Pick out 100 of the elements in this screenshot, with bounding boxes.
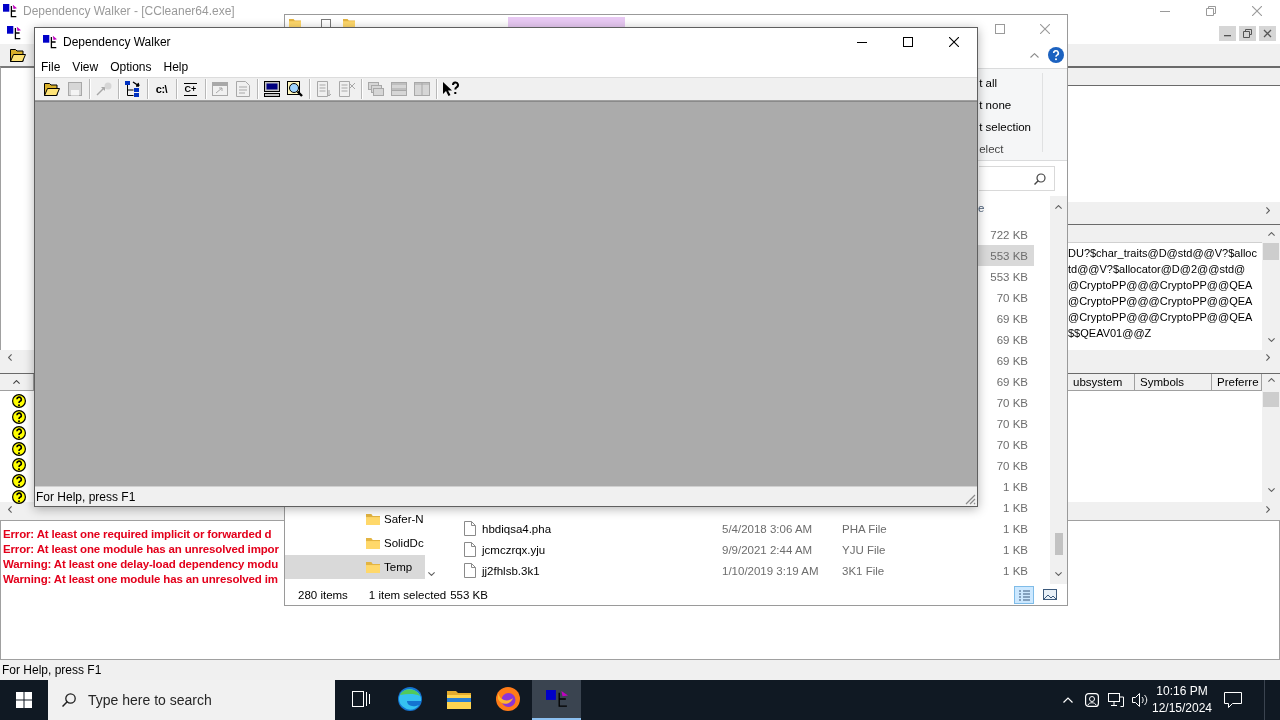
app-logo-icon — [7, 26, 21, 40]
chevron-down-icon[interactable] — [1267, 338, 1275, 342]
magnifier-icon[interactable] — [286, 81, 303, 97]
chevron-up-icon — [13, 380, 20, 384]
browser-icon — [397, 687, 422, 711]
menu-item[interactable]: File — [35, 56, 67, 77]
file-size[interactable]: 1 KB — [978, 497, 1034, 518]
ribbon-command[interactable]: t all — [979, 72, 998, 94]
ribbon-command[interactable]: t selection — [979, 116, 1031, 138]
chevron-right-icon[interactable] — [1266, 206, 1270, 214]
function-name: @CryptoPP@@@CryptoPP@@QEA — [1068, 278, 1253, 293]
search-icon — [62, 693, 76, 707]
task-view-icon — [351, 691, 370, 707]
network-icon[interactable] — [1108, 693, 1124, 707]
question-mark-icon — [12, 490, 26, 504]
search-field[interactable] — [979, 166, 1055, 191]
file-size[interactable]: 69 KB — [978, 350, 1034, 371]
file-size[interactable]: 70 KB — [978, 287, 1034, 308]
file-date: 1/10/2019 3:19 AM — [722, 564, 819, 577]
log-message: Warning: At least one module has an unresolved im — [3, 572, 278, 587]
file-size[interactable]: 70 KB — [978, 392, 1034, 413]
question-mark-icon — [12, 426, 26, 440]
details-view-icon[interactable] — [1014, 585, 1034, 604]
file-size[interactable]: 1 KB — [978, 476, 1034, 497]
chevron-right-icon[interactable] — [1266, 506, 1270, 513]
resize-grip-icon — [965, 494, 976, 505]
document-icon — [321, 19, 331, 27]
close-icon[interactable] — [949, 37, 959, 47]
close-icon[interactable] — [1259, 25, 1276, 41]
file-size[interactable]: 69 KB — [978, 308, 1034, 329]
folder-icon — [446, 689, 471, 709]
ribbon-command[interactable]: t none — [979, 94, 1012, 116]
chevron-left-icon[interactable] — [8, 354, 12, 361]
chevron-left-icon[interactable] — [8, 506, 12, 513]
nav-item[interactable]: Temp — [285, 555, 425, 579]
help-icon[interactable] — [1048, 47, 1064, 63]
app-logo-icon — [3, 4, 17, 18]
column-header[interactable]: Symbols — [1135, 374, 1212, 391]
chevron-down-icon[interactable] — [1267, 488, 1275, 492]
file-icon — [464, 563, 476, 578]
toolbar-button[interactable]: c:\ — [150, 78, 173, 100]
camera-icon[interactable] — [1085, 693, 1099, 707]
file-size[interactable]: 69 KB — [978, 329, 1034, 350]
open-folder-icon[interactable] — [43, 82, 60, 96]
item-count: 280 items — [298, 588, 348, 601]
search-icon — [1034, 172, 1046, 185]
open-folder-icon[interactable] — [10, 48, 26, 62]
scrollbar-thumb[interactable] — [1263, 243, 1279, 260]
toolbar-button[interactable]: C+ — [179, 78, 202, 100]
chevron-down-icon[interactable] — [1055, 572, 1062, 576]
start-icon[interactable] — [16, 692, 32, 708]
taskbar-button[interactable] — [532, 680, 581, 720]
file-icon — [464, 542, 476, 557]
notification-icon[interactable] — [1224, 692, 1242, 708]
restore-icon[interactable] — [1239, 25, 1256, 41]
menu-item[interactable]: Help — [157, 56, 195, 77]
clock-time[interactable]: 10:16 PM — [1156, 683, 1208, 700]
file-size[interactable]: 722 KB — [978, 224, 1034, 245]
chevron-right-icon[interactable] — [1266, 354, 1270, 361]
computer-icon[interactable] — [263, 81, 280, 97]
function-name: $$QEAV01@@Z — [1068, 326, 1152, 341]
column-header[interactable]: e — [978, 202, 985, 214]
scrollbar-thumb[interactable] — [1263, 392, 1279, 407]
file-size[interactable]: 69 KB — [978, 371, 1034, 392]
folder-icon — [366, 561, 380, 573]
question-mark-icon — [12, 442, 26, 456]
chevron-down-icon[interactable] — [428, 572, 435, 576]
menu-item[interactable]: View — [66, 56, 105, 77]
function-name: @CryptoPP@@@CryptoPP@@QEA — [1068, 310, 1253, 325]
nav-item[interactable]: Safer-N — [285, 507, 425, 531]
folder-icon — [366, 513, 380, 525]
file-size[interactable]: 1 KB — [978, 518, 1034, 539]
file-size[interactable]: 70 KB — [978, 413, 1034, 434]
file-name[interactable]: hbdiqsa4.pha — [482, 522, 552, 535]
search-field[interactable]: Type here to search — [48, 680, 335, 720]
file-size[interactable]: 1 KB — [978, 560, 1034, 581]
nav-item[interactable]: SolidDc — [285, 531, 425, 555]
folder-icon — [289, 19, 301, 27]
file-name[interactable]: jcmczrqx.yju — [482, 543, 546, 556]
file-name[interactable]: jj2fhlsb.3k1 — [482, 564, 540, 577]
menu-item[interactable]: Options — [104, 56, 158, 77]
file-type: YJU File — [842, 543, 886, 556]
hierarchy-icon[interactable] — [124, 81, 141, 97]
file-size[interactable]: 1 KB — [978, 539, 1034, 560]
file-size[interactable]: 553 KB — [978, 266, 1034, 287]
speaker-icon[interactable] — [1132, 693, 1148, 707]
function-name: @CryptoPP@@@CryptoPP@@QEA — [1068, 294, 1253, 309]
file-size[interactable]: 553 KB — [978, 245, 1034, 266]
minimize-icon[interactable] — [1219, 25, 1236, 41]
question-mark-icon — [12, 394, 26, 408]
status-text: For Help, press F1 — [36, 489, 136, 504]
clock-date[interactable]: 12/15/2024 — [1151, 700, 1213, 717]
question-mark-icon — [12, 474, 26, 488]
maximize-icon[interactable] — [903, 37, 913, 47]
minimize-icon[interactable] — [857, 41, 867, 43]
help-pointer-icon[interactable] — [441, 81, 460, 97]
scrollbar-thumb[interactable] — [1054, 533, 1063, 555]
log-message: Error: At least one required implicit or forwarded d — [3, 527, 272, 542]
file-size[interactable]: 70 KB — [978, 455, 1034, 476]
file-size[interactable]: 70 KB — [978, 434, 1034, 455]
